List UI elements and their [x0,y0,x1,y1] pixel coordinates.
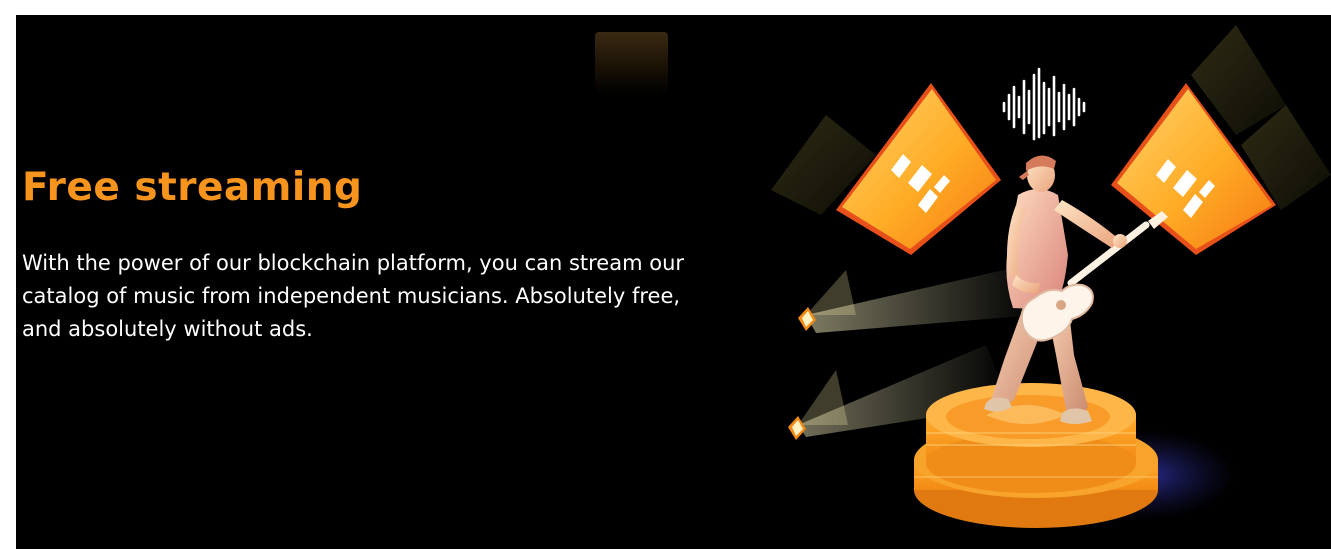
coin-stage [914,383,1158,528]
feature-section: Free streaming With the power of our blo… [16,15,1331,549]
feature-description: With the power of our blockchain platfor… [22,251,685,341]
guitarist-illustration [771,25,1331,528]
feature-text: Free streaming With the power of our blo… [22,165,712,346]
feature-title: Free streaming [22,165,363,210]
decorative-square [595,32,668,94]
sound-wave-icon [1002,67,1086,141]
